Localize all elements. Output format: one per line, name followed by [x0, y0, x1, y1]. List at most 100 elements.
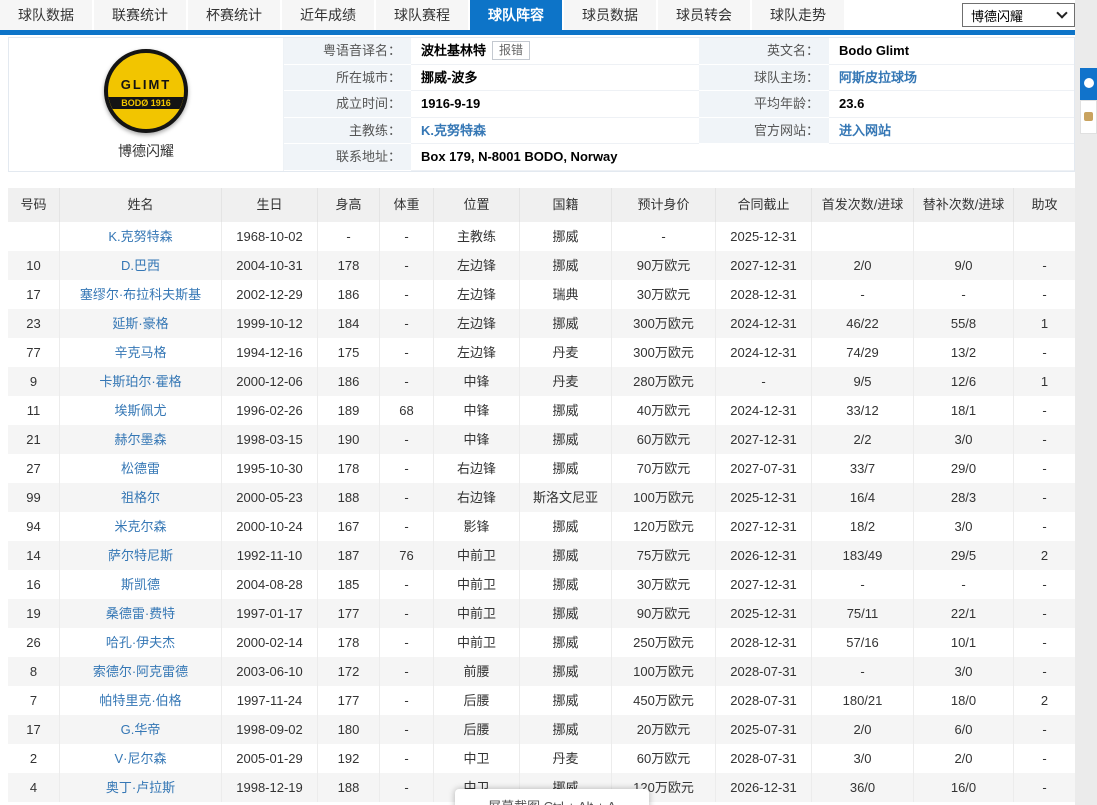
- player-name-cell: 赫尔墨森: [60, 425, 222, 454]
- table-cell: 挪威: [520, 715, 612, 744]
- table-cell: 10: [8, 251, 60, 280]
- player-link[interactable]: 桑德雷·费特: [106, 606, 175, 621]
- table-cell: 2028-12-31: [716, 628, 812, 657]
- report-error-button[interactable]: 报错: [492, 41, 530, 60]
- table-cell: 2025-12-31: [716, 222, 812, 251]
- city-value: 挪威-波多: [411, 65, 699, 92]
- player-link[interactable]: K.克努特森: [108, 229, 172, 244]
- table-cell: -: [380, 773, 434, 802]
- table-cell: 中卫: [434, 744, 520, 773]
- table-cell: 186: [318, 367, 380, 396]
- chat-icon[interactable]: [1080, 100, 1097, 134]
- table-cell: -: [380, 715, 434, 744]
- table-cell: 2/2: [812, 425, 914, 454]
- table-row: 8索德尔·阿克雷德2003-06-10172-前腰挪威100万欧元2028-07…: [8, 657, 1075, 686]
- tab-team-trend[interactable]: 球队走势: [752, 0, 844, 30]
- player-link[interactable]: 埃斯佩尤: [114, 403, 166, 418]
- stadium-link[interactable]: 阿斯皮拉球场: [839, 70, 917, 85]
- table-cell: 1992-11-10: [222, 541, 318, 570]
- tab-team-data[interactable]: 球队数据: [0, 0, 92, 30]
- player-link[interactable]: 帕特里克·伯格: [99, 693, 181, 708]
- player-link[interactable]: 索德尔·阿克雷德: [93, 664, 188, 679]
- table-cell: 60万欧元: [612, 425, 716, 454]
- table-cell: 右边锋: [434, 454, 520, 483]
- table-cell: 挪威: [520, 454, 612, 483]
- table-cell: -: [1014, 715, 1075, 744]
- website-link[interactable]: 进入网站: [839, 123, 891, 138]
- avg-age-value: 23.6: [829, 91, 1074, 118]
- table-cell: -: [1014, 599, 1075, 628]
- table-cell: 2000-02-14: [222, 628, 318, 657]
- table-row: 17塞缪尔·布拉科夫斯基2002-12-29186-左边锋瑞典30万欧元2028…: [8, 280, 1075, 309]
- screenshot-tooltip: 屏幕截图 Ctrl + Alt + A: [455, 789, 649, 805]
- player-link[interactable]: 塞缪尔·布拉科夫斯基: [80, 287, 201, 302]
- table-cell: 2028-07-31: [716, 657, 812, 686]
- player-link[interactable]: 米克尔森: [114, 519, 166, 534]
- table-row: 2V·尼尔森2005-01-29192-中卫丹麦60万欧元2028-07-313…: [8, 744, 1075, 773]
- header-value: 预计身价: [612, 188, 716, 222]
- player-name-cell: 桑德雷·费特: [60, 599, 222, 628]
- table-cell: -: [380, 744, 434, 773]
- header-contract: 合同截止: [716, 188, 812, 222]
- player-name-cell: K.克努特森: [60, 222, 222, 251]
- team-selector-dropdown[interactable]: 博德闪耀: [962, 3, 1075, 27]
- player-link[interactable]: 赫尔墨森: [114, 432, 166, 447]
- table-cell: 2027-12-31: [716, 512, 812, 541]
- tab-league-stats[interactable]: 联赛统计: [94, 0, 186, 30]
- table-cell: 2000-10-24: [222, 512, 318, 541]
- table-cell: 192: [318, 744, 380, 773]
- table-cell: 99: [8, 483, 60, 512]
- table-row: 9卡斯珀尔·霍格2000-12-06186-中锋丹麦280万欧元-9/512/6…: [8, 367, 1075, 396]
- table-cell: -: [1014, 454, 1075, 483]
- table-cell: -: [914, 570, 1014, 599]
- table-cell: 挪威: [520, 541, 612, 570]
- table-cell: 177: [318, 599, 380, 628]
- table-cell: -: [1014, 251, 1075, 280]
- player-link[interactable]: 松德雷: [121, 461, 160, 476]
- tab-cup-stats[interactable]: 杯赛统计: [188, 0, 280, 30]
- player-link[interactable]: 卡斯珀尔·霍格: [99, 374, 181, 389]
- player-link[interactable]: 奥丁·卢拉斯: [106, 780, 175, 795]
- table-cell: 178: [318, 628, 380, 657]
- player-name-cell: 萨尔特尼斯: [60, 541, 222, 570]
- player-link[interactable]: 祖格尔: [121, 490, 160, 505]
- table-row: 16斯凯德2004-08-28185-中前卫挪威30万欧元2027-12-31-…: [8, 570, 1075, 599]
- table-cell: 2000-05-23: [222, 483, 318, 512]
- table-row: 26哈孔·伊夫杰2000-02-14178-中前卫挪威250万欧元2028-12…: [8, 628, 1075, 657]
- tab-team-squad[interactable]: 球队阵容: [470, 0, 562, 30]
- table-cell: -: [1014, 396, 1075, 425]
- share-icon[interactable]: [1080, 68, 1097, 100]
- table-row: 14萨尔特尼斯1992-11-1018776中前卫挪威75万欧元2026-12-…: [8, 541, 1075, 570]
- tab-team-schedule[interactable]: 球队赛程: [376, 0, 468, 30]
- player-link[interactable]: 辛克马格: [114, 345, 166, 360]
- table-cell: 右边锋: [434, 483, 520, 512]
- table-cell: 70万欧元: [612, 454, 716, 483]
- tab-player-transfers[interactable]: 球员转会: [658, 0, 750, 30]
- player-link[interactable]: 萨尔特尼斯: [108, 548, 173, 563]
- coach-link[interactable]: K.克努特森: [421, 123, 486, 138]
- player-link[interactable]: 斯凯德: [121, 577, 160, 592]
- table-cell: 21: [8, 425, 60, 454]
- tab-player-data[interactable]: 球员数据: [564, 0, 656, 30]
- player-link[interactable]: D.巴西: [121, 258, 160, 273]
- table-cell: 2027-07-31: [716, 454, 812, 483]
- team-logo-banner: BODØ 1916: [108, 97, 184, 109]
- table-cell: 30万欧元: [612, 570, 716, 599]
- player-link[interactable]: G.华帝: [121, 722, 161, 737]
- table-cell: -: [1014, 570, 1075, 599]
- player-name-cell: 帕特里克·伯格: [60, 686, 222, 715]
- player-name-cell: 延斯·豪格: [60, 309, 222, 338]
- tab-recent-results[interactable]: 近年成绩: [282, 0, 374, 30]
- team-info-panel: GLIMT BODØ 1916 博德闪耀 粤语音译名： 波杜基林特报错 英文名：…: [8, 37, 1075, 172]
- player-link[interactable]: V·尼尔森: [114, 751, 166, 766]
- table-cell: -: [380, 570, 434, 599]
- table-cell: 14: [8, 541, 60, 570]
- team-logo: GLIMT BODØ 1916: [104, 49, 188, 133]
- player-link[interactable]: 哈孔·伊夫杰: [106, 635, 175, 650]
- table-cell: 16/4: [812, 483, 914, 512]
- table-cell: 6/0: [914, 715, 1014, 744]
- player-link[interactable]: 延斯·豪格: [112, 316, 168, 331]
- table-cell: 1995-10-30: [222, 454, 318, 483]
- table-cell: 挪威: [520, 309, 612, 338]
- header-birthday: 生日: [222, 188, 318, 222]
